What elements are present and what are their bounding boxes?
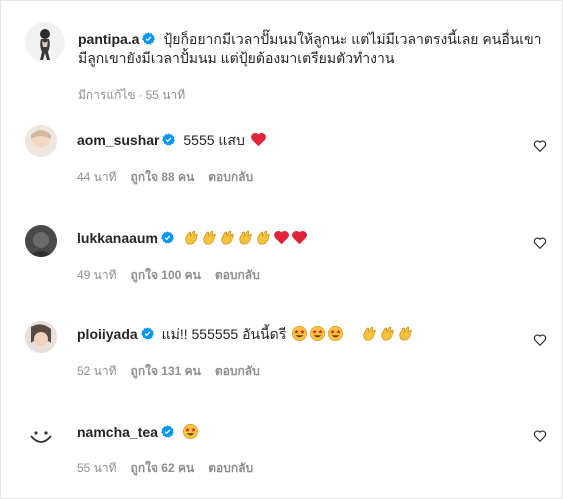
verified-badge-icon: [161, 231, 174, 244]
commenter-avatar[interactable]: [25, 420, 57, 452]
commenter-avatar[interactable]: [25, 125, 57, 157]
heart-outline-icon[interactable]: [533, 429, 547, 443]
comment-likes[interactable]: ถูกใจ 131 คน: [131, 364, 201, 378]
clapping-hands-icon: [221, 230, 234, 245]
commenter-username[interactable]: ploiiyada: [77, 326, 138, 342]
emoji-row: [182, 230, 308, 246]
red-heart-icon: [250, 132, 266, 147]
reply-button[interactable]: ตอบกลับ: [215, 268, 260, 282]
heart-outline-icon[interactable]: [533, 236, 547, 250]
post-author-avatar[interactable]: [25, 22, 65, 62]
commenter-username[interactable]: aom_sushar: [77, 132, 159, 148]
comment-meta: 52 นาที ถูกใจ 131 คน ตอบกลับ: [77, 362, 274, 381]
comment-time[interactable]: 49 นาที: [77, 268, 117, 282]
clapping-hands-icon: [381, 326, 394, 341]
comment-time[interactable]: 44 นาที: [77, 170, 117, 184]
comment-likes[interactable]: ถูกใจ 88 คน: [131, 170, 195, 184]
verified-badge-icon: [142, 32, 156, 45]
verified-badge-icon: [162, 133, 176, 146]
reply-button[interactable]: ตอบกลับ: [208, 461, 253, 475]
star-struck-icon: [328, 326, 344, 341]
verified-badge-icon: [161, 425, 174, 438]
post-author-username[interactable]: pantipa.a: [78, 31, 139, 47]
clapping-hands-icon: [257, 230, 270, 245]
star-struck-icon: [310, 326, 326, 341]
comment-time[interactable]: 52 นาที: [77, 364, 117, 378]
star-struck-icon: [292, 326, 308, 341]
clapping-hands-icon: [363, 326, 376, 341]
verified-badge-icon: [140, 327, 154, 340]
commenter-username[interactable]: namcha_tea: [77, 424, 158, 440]
clapping-hands-icon: [239, 230, 252, 245]
comment-text: แม่!! 555555 อันนี้ดรี: [161, 326, 287, 342]
clapping-hands-icon: [399, 326, 412, 341]
edited-label: มีการแก้ไข: [78, 88, 136, 102]
post-time[interactable]: 55 นาที: [146, 88, 186, 102]
comment-meta: 55 นาที ถูกใจ 62 คน ตอบกลับ: [77, 459, 267, 478]
heart-outline-icon[interactable]: [533, 139, 547, 153]
comment-text: 5555 แสบ: [183, 132, 245, 148]
star-struck-icon: [182, 424, 198, 439]
commenter-username[interactable]: lukkanaaum: [77, 230, 158, 246]
comment-likes[interactable]: ถูกใจ 100 คน: [131, 268, 201, 282]
comment-meta: 44 นาที ถูกใจ 88 คน ตอบกลับ: [77, 168, 267, 187]
commenter-avatar[interactable]: [25, 321, 57, 353]
red-heart-icon: [273, 230, 289, 245]
clapping-hands-icon: [203, 230, 216, 245]
red-heart-icon: [291, 230, 307, 245]
comment-time[interactable]: 55 นาที: [77, 461, 117, 475]
heart-outline-icon[interactable]: [533, 333, 547, 347]
clapping-hands-icon: [185, 230, 198, 245]
reply-button[interactable]: ตอบกลับ: [215, 364, 260, 378]
post-meta: มีการแก้ไข · 55 นาที: [78, 86, 199, 105]
comment-meta: 49 นาที ถูกใจ 100 คน ตอบกลับ: [77, 266, 274, 285]
reply-button[interactable]: ตอบกลับ: [208, 170, 253, 184]
emoji-row: [290, 326, 414, 342]
meta-separator: ·: [138, 88, 143, 102]
commenter-avatar[interactable]: [25, 225, 57, 257]
comment-likes[interactable]: ถูกใจ 62 คน: [131, 461, 195, 475]
